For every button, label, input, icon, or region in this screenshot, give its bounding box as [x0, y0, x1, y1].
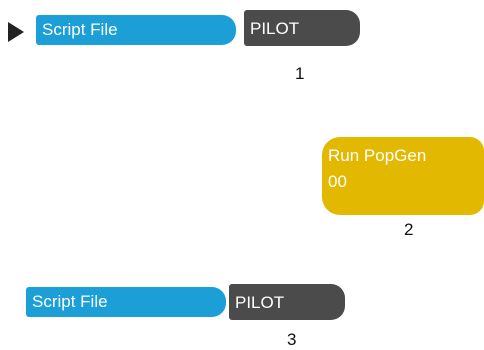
script-file-label: Script File — [42, 20, 118, 39]
step-number-2: 2 — [404, 220, 414, 239]
pilot-label: PILOT — [250, 19, 300, 38]
run-popgen-block[interactable]: Run PopGen 00 — [322, 137, 484, 215]
step-number-1: 1 — [295, 64, 305, 83]
script-file-block[interactable]: Script File — [36, 15, 236, 45]
workflow-canvas: Script File PILOT 1 Run PopGen 00 2 Scri… — [0, 0, 484, 350]
run-popgen-label: Run PopGen — [328, 146, 427, 165]
pilot-block[interactable]: PILOT — [244, 10, 360, 46]
script-file-label: Script File — [32, 292, 108, 311]
play-icon[interactable] — [8, 22, 24, 42]
step-number-3: 3 — [287, 330, 297, 349]
script-file-block[interactable]: Script File — [26, 287, 226, 317]
pilot-block[interactable]: PILOT — [229, 284, 345, 320]
popgen-value: 00 — [328, 172, 347, 191]
pilot-label: PILOT — [235, 293, 285, 312]
